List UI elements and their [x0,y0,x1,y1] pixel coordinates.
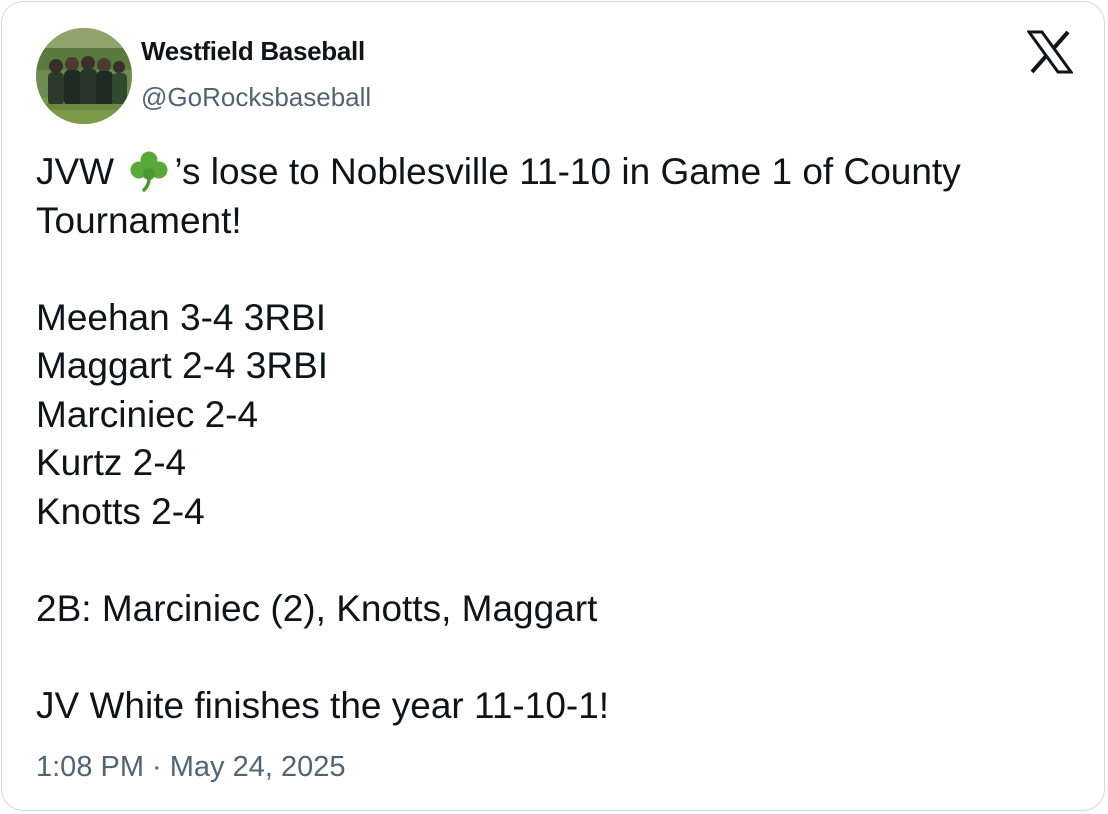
doubles-line: 2B: Marciniec (2), Knotts, Maggart [36,587,598,629]
stat-line: Maggart 2-4 3RBI [36,345,329,386]
team-photo-avatar-icon [36,28,132,124]
tweet-line-2: Tournament! [36,199,242,241]
tweet-spacer [36,245,1076,294]
author-display-name[interactable]: Westfield Baseball [141,36,365,67]
tweet-line-1-start: JVW [36,151,125,192]
stat-line: Meehan 3-4 3RBI [36,296,327,338]
x-logo-icon[interactable] [1027,30,1073,74]
stat-line: Marciniec 2-4 [36,393,259,435]
tweet-spacer [36,633,1076,682]
author-avatar[interactable] [36,28,132,124]
tweet-card: Westfield Baseball @GoRocksbaseball JVW … [1,1,1105,811]
tweet-spacer [36,536,1076,585]
shamrock-icon [130,151,168,192]
closing-line: JV White finishes the year 11-10-1! [36,684,610,726]
tweet-line-1: JVW ’s lose to Noblesville 11-10 in Game… [36,148,1076,197]
stat-line: Kurtz 2-4 [36,442,187,483]
tweet-line-1-end: ’s lose to Noblesville 11-10 in Game 1 o… [174,151,961,192]
tweet-timestamp[interactable]: 1:08 PM · May 24, 2025 [36,751,346,784]
tweet-body: JVW ’s lose to Noblesville 11-10 in Game… [36,148,1076,730]
stat-line: Knotts 2-4 [36,490,205,532]
author-handle[interactable]: @GoRocksbaseball [141,82,371,113]
